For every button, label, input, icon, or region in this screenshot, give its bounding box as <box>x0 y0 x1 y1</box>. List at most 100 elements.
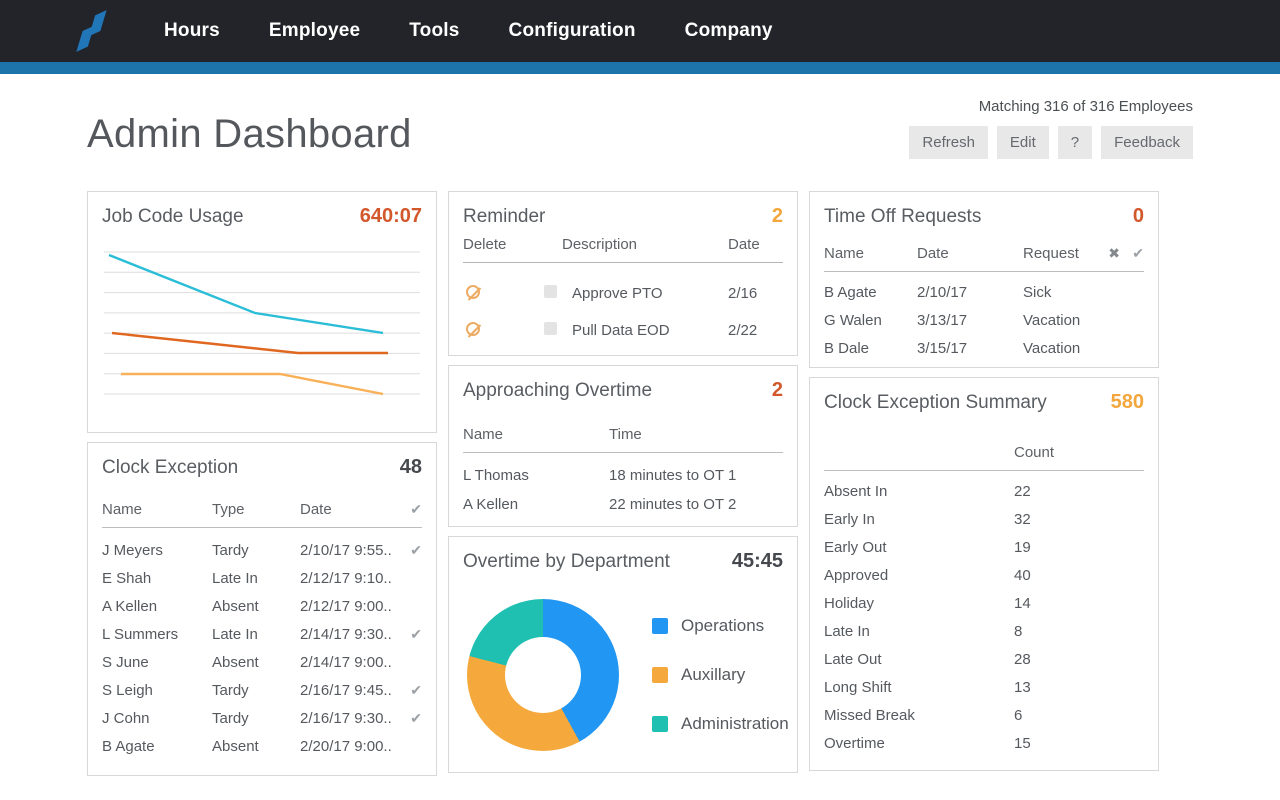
cell-count: 6 <box>1014 706 1023 724</box>
cell-date: 2/20/17 9:00.. <box>300 737 392 755</box>
cell-date: 3/15/17 <box>917 339 968 357</box>
reminder-checkbox[interactable] <box>544 322 557 335</box>
accent-stripe <box>0 62 1280 74</box>
card-title: Reminder <box>463 206 546 227</box>
table-row[interactable]: A Kellen Absent 2/12/17 9:00.. <box>102 592 422 620</box>
table-row: Holiday 14 <box>824 589 1144 617</box>
column-header-time: Time <box>609 426 642 443</box>
cell-date: 2/10/17 <box>917 283 968 301</box>
column-header-name: Name <box>102 501 143 518</box>
cell-label: Missed Break <box>824 706 915 724</box>
table-row[interactable]: B Dale 3/15/17 Vacation <box>824 334 1144 362</box>
cell-date: 2/16/17 9:30.. <box>300 709 392 727</box>
cell-label: Late Out <box>824 650 882 668</box>
nav-item-configuration[interactable]: Configuration <box>509 20 636 42</box>
cell-type: Absent <box>212 653 259 671</box>
column-header-date: Date <box>300 501 332 518</box>
approve-all-icon[interactable]: ✔ <box>404 501 422 518</box>
table-row[interactable]: B Agate 2/10/17 Sick <box>824 278 1144 306</box>
cell-label: Overtime <box>824 734 885 752</box>
legend-item: Operations <box>652 616 789 636</box>
approved-check-icon: ✔ <box>410 681 422 698</box>
cell-type: Late In <box>212 569 258 587</box>
cell-label: Early Out <box>824 538 887 556</box>
nav-item-employee[interactable]: Employee <box>269 20 360 42</box>
table-row: Pull Data EOD 2/22 <box>463 312 783 349</box>
table-row[interactable]: S Leigh Tardy 2/16/17 9:45.. ✔ <box>102 676 422 704</box>
feedback-button[interactable]: Feedback <box>1101 126 1193 159</box>
table-row[interactable]: L Thomas 18 minutes to OT 1 <box>463 461 783 490</box>
cell-count: 32 <box>1014 510 1031 528</box>
delete-reminder-icon[interactable] <box>466 284 480 299</box>
cell-count: 14 <box>1014 594 1031 612</box>
cell-name: A Kellen <box>102 597 158 615</box>
delete-reminder-icon[interactable] <box>466 321 480 336</box>
refresh-button[interactable]: Refresh <box>909 126 988 159</box>
overtime-total: 45:45 <box>731 550 783 572</box>
company-logo-icon[interactable] <box>66 8 118 54</box>
nav-item-hours[interactable]: Hours <box>164 20 220 42</box>
nav-item-company[interactable]: Company <box>685 20 773 42</box>
card-title: Job Code Usage <box>102 206 244 227</box>
cell-name: B Agate <box>102 737 155 755</box>
approved-check-icon: ✔ <box>410 625 422 642</box>
table-row[interactable]: J Meyers Tardy 2/10/17 9:55.. ✔ <box>102 536 422 564</box>
column-header-description: Description <box>562 236 638 253</box>
cell-date: 2/16/17 9:45.. <box>300 681 392 699</box>
table-row: Early In 32 <box>824 505 1144 533</box>
matching-employees-text: Matching 316 of 316 Employees <box>978 98 1193 115</box>
auxillary-swatch-icon <box>652 667 668 683</box>
cell-date: 2/22 <box>728 322 758 339</box>
column-header-delete: Delete <box>463 236 507 253</box>
legend-item: Auxillary <box>652 665 789 685</box>
reminder-checkbox[interactable] <box>544 285 557 298</box>
cell-name: B Agate <box>824 283 877 301</box>
cell-label: Holiday <box>824 594 875 612</box>
table-row[interactable]: A Kellen 22 minutes to OT 2 <box>463 490 783 519</box>
edit-button[interactable]: Edit <box>996 126 1049 159</box>
cell-label: Absent In <box>824 482 888 500</box>
cell-name: S Leigh <box>102 681 153 699</box>
administration-swatch-icon <box>652 716 668 732</box>
cell-date: 2/14/17 9:30.. <box>300 625 392 643</box>
table-row[interactable]: L Summers Late In 2/14/17 9:30.. ✔ <box>102 620 422 648</box>
approaching-overtime-count: 2 <box>771 379 783 401</box>
cell-name: L Thomas <box>463 467 529 484</box>
reminder-card: Reminder 2 Delete Description Date Appro… <box>448 191 798 356</box>
column-header-name: Name <box>824 245 865 262</box>
cell-name: E Shah <box>102 569 152 587</box>
help-button[interactable]: ? <box>1057 126 1093 159</box>
cell-date: 2/16 <box>728 285 758 302</box>
card-title: Clock Exception Summary <box>824 392 1047 413</box>
cell-count: 13 <box>1014 678 1031 696</box>
job-code-line-chart <box>104 251 420 396</box>
cell-name: J Meyers <box>102 541 163 559</box>
cell-date: 2/10/17 9:55.. <box>300 541 392 559</box>
clock-exception-summary-card: Clock Exception Summary 580 Count Absent… <box>809 377 1159 771</box>
legend-label: Administration <box>681 714 789 733</box>
card-title: Approaching Overtime <box>463 380 653 401</box>
table-row[interactable]: S June Absent 2/14/17 9:00.. <box>102 648 422 676</box>
table-row: Missed Break 6 <box>824 701 1144 729</box>
overtime-by-department-card: Overtime by Department 45:45 Operations … <box>448 536 798 773</box>
table-row[interactable]: G Walen 3/13/17 Vacation <box>824 306 1144 334</box>
top-nav-bar: Hours Employee Tools Configuration Compa… <box>0 0 1280 62</box>
column-header-date: Date <box>917 245 949 262</box>
table-row[interactable]: B Agate Absent 2/20/17 9:00.. <box>102 732 422 760</box>
table-row: Overtime 15 <box>824 729 1144 757</box>
cell-name: J Cohn <box>102 709 150 727</box>
column-header-name: Name <box>463 426 504 443</box>
nav-item-tools[interactable]: Tools <box>409 20 459 42</box>
table-row[interactable]: E Shah Late In 2/12/17 9:10.. <box>102 564 422 592</box>
legend-label: Operations <box>681 616 765 635</box>
approved-check-icon: ✔ <box>410 709 422 726</box>
deny-all-icon[interactable]: ✖ <box>1096 245 1120 262</box>
approaching-overtime-card: Approaching Overtime 2 Name Time L Thoma… <box>448 365 798 527</box>
cell-type: Tardy <box>212 681 249 699</box>
cell-request: Sick <box>1023 283 1052 301</box>
job-code-usage-total: 640:07 <box>359 205 422 227</box>
table-row[interactable]: J Cohn Tardy 2/16/17 9:30.. ✔ <box>102 704 422 732</box>
time-off-table: B Agate 2/10/17 Sick G Walen 3/13/17 Vac… <box>824 272 1144 362</box>
approve-all-icon[interactable]: ✔ <box>1120 245 1144 262</box>
card-title: Time Off Requests <box>824 206 982 227</box>
